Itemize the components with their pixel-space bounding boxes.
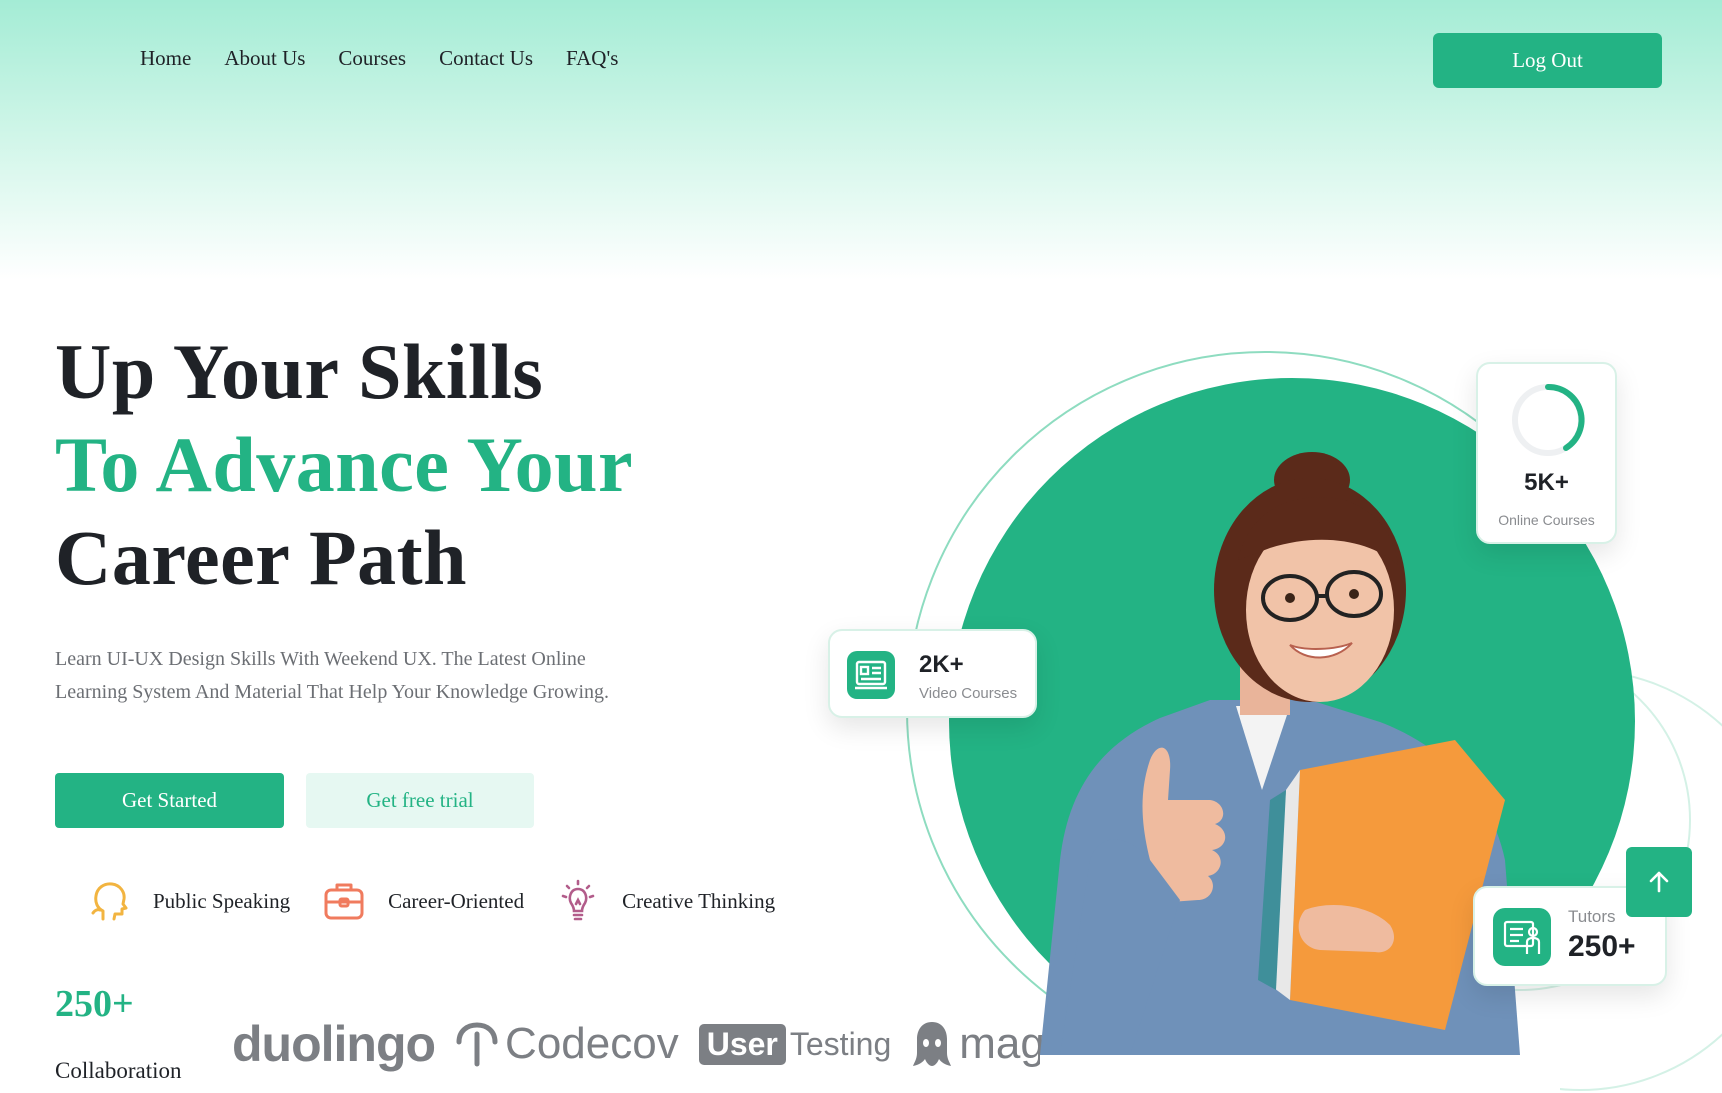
free-trial-button[interactable]: Get free trial [306, 773, 534, 828]
hero-subtitle-line-1: Learn UI-UX Design Skills With Weekend U… [55, 648, 586, 670]
collaboration-count: 250+ [55, 983, 134, 1025]
hero-title-line-2: To Advance Your [55, 421, 634, 508]
video-courses-card: 2K+ Video Courses [828, 629, 1037, 718]
main-navigation: Home About Us Courses Contact Us FAQ's [140, 46, 618, 71]
usertesting-logo: User Testing [698, 1023, 892, 1065]
usertesting-logo-box: User [698, 1023, 786, 1065]
tutors-value: 250+ [1568, 930, 1636, 963]
feature-label: Creative Thinking [622, 888, 776, 913]
arrow-up-icon [1649, 871, 1669, 893]
hero-subtitle-line-2: Learning System And Material That Help Y… [55, 681, 609, 703]
student-photo [1040, 452, 1520, 1055]
progress-ring-icon [1512, 383, 1585, 456]
duolingo-logo: duolingo [232, 1016, 436, 1072]
feature-creative-thinking: Creative Thinking [554, 877, 775, 925]
briefcase-icon [324, 883, 364, 920]
scroll-to-top-button[interactable] [1626, 847, 1692, 917]
magic-leap-logo: magic leap [911, 1019, 1172, 1069]
magic-leap-logo-text: magic leap [959, 1019, 1173, 1068]
lightbulb-icon [561, 879, 595, 921]
online-courses-label: Online Courses [1498, 512, 1595, 528]
nav-link-about-us[interactable]: About Us [224, 46, 305, 71]
umbrella-icon [456, 1022, 498, 1067]
hero-title-line-3: Career Path [55, 514, 467, 601]
codecov-logo: Codecov [455, 1019, 679, 1069]
feature-label: Career-Oriented [388, 888, 525, 913]
nav-link-courses[interactable]: Courses [338, 46, 406, 71]
hero-subtitle: Learn UI-UX Design Skills With Weekend U… [55, 643, 695, 709]
hero-title-line-1: Up Your Skills [55, 328, 544, 415]
feature-label: Public Speaking [153, 888, 291, 913]
feature-public-speaking: Public Speaking [85, 877, 290, 925]
collaboration-label: Collaboration [55, 1058, 182, 1083]
tutors-label: Tutors [1568, 907, 1616, 926]
speaking-head-icon [91, 882, 128, 921]
usertesting-logo-text: Testing [789, 1025, 892, 1062]
tutor-icon [1493, 908, 1551, 966]
online-courses-value: 5K+ [1524, 469, 1569, 496]
ghost-icon [913, 1022, 952, 1066]
get-started-button[interactable]: Get Started [55, 773, 284, 828]
codecov-logo-text: Codecov [505, 1019, 679, 1068]
video-courses-label: Video Courses [919, 685, 1018, 702]
video-courses-value: 2K+ [919, 651, 964, 678]
nav-link-contact-us[interactable]: Contact Us [439, 46, 533, 71]
online-courses-card: 5K+ Online Courses [1476, 362, 1617, 544]
nav-link-home[interactable]: Home [140, 46, 191, 71]
partner-logos: duolingo Codecov User Testing magic leap [232, 1015, 1172, 1073]
feature-list: Public Speaking Career-Oriented Creative… [85, 877, 805, 925]
hero-title: Up Your Skills To Advance Your Career Pa… [55, 325, 633, 604]
video-course-icon [847, 651, 895, 699]
logout-button[interactable]: Log Out [1433, 33, 1662, 88]
feature-career-oriented: Career-Oriented [320, 877, 524, 925]
nav-link-faqs[interactable]: FAQ's [566, 46, 618, 71]
